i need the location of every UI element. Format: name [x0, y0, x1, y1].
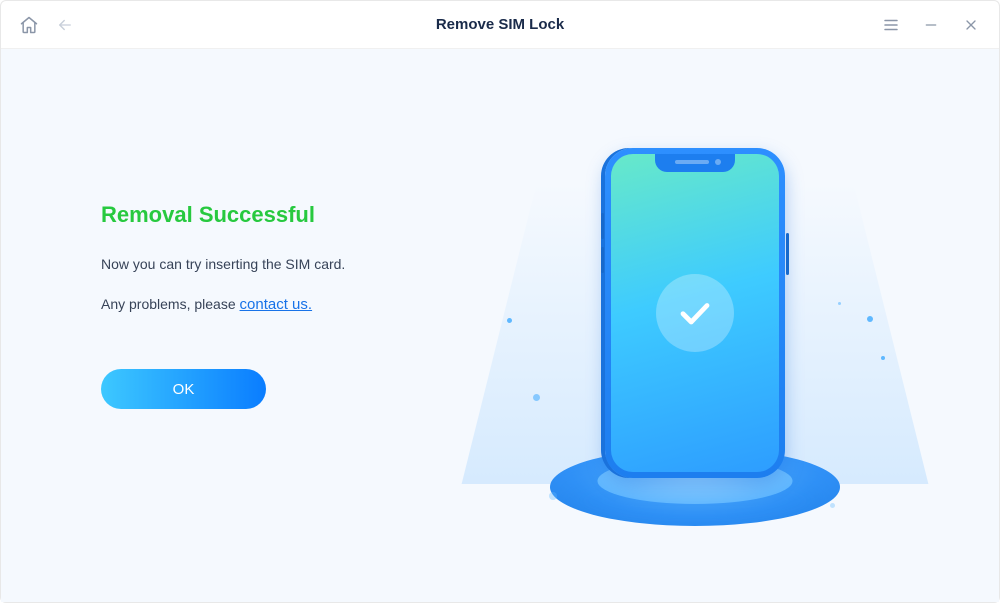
main-content: Removal Successful Now you can try inser… [1, 49, 999, 602]
result-heading: Removal Successful [101, 202, 451, 228]
ok-button[interactable]: OK [101, 369, 266, 409]
close-icon[interactable] [961, 15, 981, 35]
minimize-icon[interactable] [921, 15, 941, 35]
phone-icon [605, 148, 785, 478]
phone-screen [611, 154, 779, 472]
titlebar-right [881, 15, 981, 35]
menu-icon[interactable] [881, 15, 901, 35]
help-line: Any problems, please contact us. [101, 296, 451, 313]
checkmark-icon [656, 274, 734, 352]
phone-stage [505, 96, 885, 556]
success-illustration [451, 49, 939, 602]
home-icon[interactable] [19, 15, 39, 35]
result-message: Now you can try inserting the SIM card. [101, 256, 451, 272]
result-panel: Removal Successful Now you can try inser… [101, 202, 451, 409]
phone-notch [655, 154, 735, 172]
titlebar-left [19, 15, 75, 35]
back-icon[interactable] [55, 15, 75, 35]
help-prefix: Any problems, please [101, 296, 240, 312]
titlebar: Remove SIM Lock [1, 1, 999, 49]
contact-us-link[interactable]: contact us. [240, 296, 313, 313]
page-title: Remove SIM Lock [436, 16, 564, 33]
